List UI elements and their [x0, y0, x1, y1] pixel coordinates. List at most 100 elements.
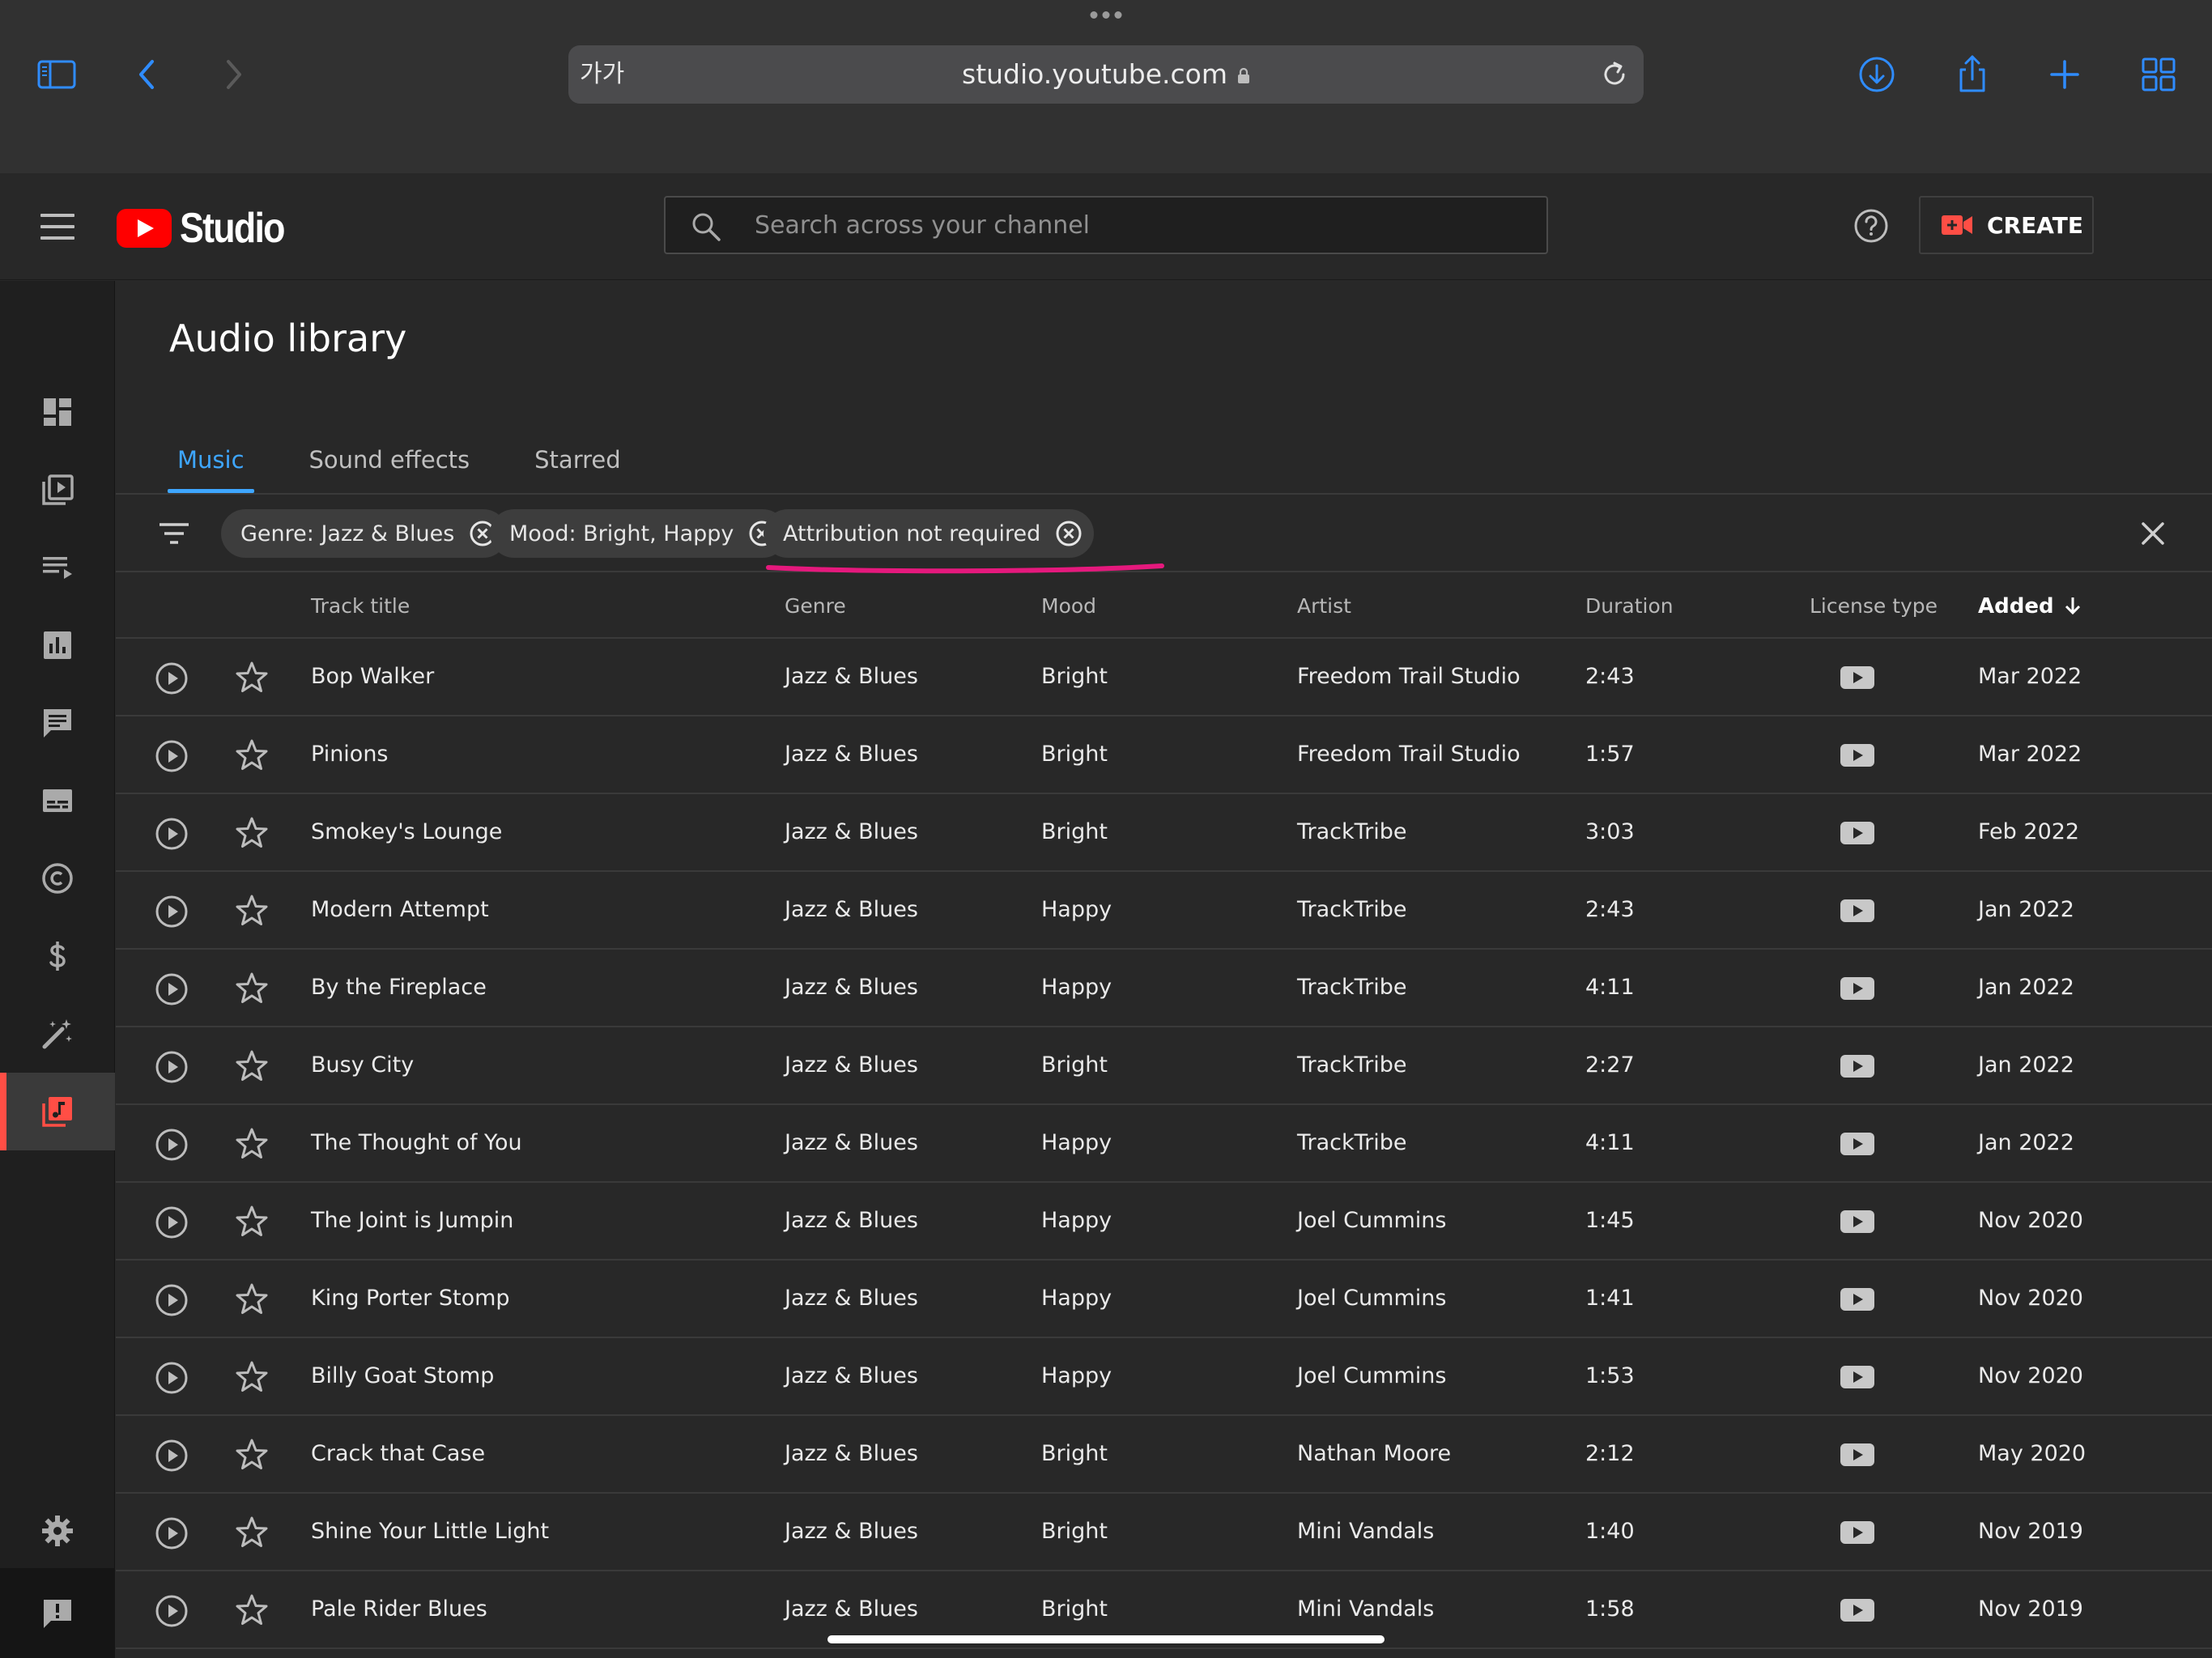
star-icon[interactable]: [234, 1204, 270, 1239]
track-title[interactable]: Smokey's Lounge: [311, 794, 502, 870]
track-title[interactable]: Pale Rider Blues: [311, 1571, 487, 1647]
star-icon[interactable]: [234, 1515, 270, 1550]
search-box[interactable]: [664, 196, 1548, 254]
play-circle-icon[interactable]: [155, 1205, 189, 1239]
play-circle-icon[interactable]: [155, 739, 189, 773]
create-button[interactable]: CREATE: [1919, 196, 2094, 254]
tab-starred[interactable]: Starred: [525, 423, 631, 493]
tab-overview-button[interactable]: [2129, 45, 2188, 104]
multitasking-dots[interactable]: [1090, 11, 1122, 19]
track-title[interactable]: Billy Goat Stomp: [311, 1338, 494, 1414]
downloads-button[interactable]: [1848, 45, 1906, 104]
play-circle-icon[interactable]: [155, 1516, 189, 1550]
play-circle-icon[interactable]: [155, 972, 189, 1006]
table-row[interactable]: Billy Goat Stomp Jazz & Blues Happy Joel…: [116, 1338, 2212, 1416]
track-title[interactable]: Shine Your Little Light: [311, 1494, 549, 1570]
close-circle-icon[interactable]: [1055, 520, 1083, 547]
menu-icon[interactable]: [40, 214, 74, 240]
play-circle-icon[interactable]: [155, 1594, 189, 1628]
star-icon[interactable]: [234, 738, 270, 773]
play-circle-icon[interactable]: [155, 1283, 189, 1317]
table-row[interactable]: Crack that Case Jazz & Blues Bright Nath…: [116, 1416, 2212, 1494]
search-input[interactable]: [755, 198, 1483, 253]
reload-icon[interactable]: [1598, 58, 1631, 91]
sidebar-toggle-button[interactable]: [28, 45, 86, 104]
nav-feedback[interactable]: [0, 1575, 115, 1652]
play-circle-icon[interactable]: [155, 661, 189, 695]
studio-logo[interactable]: Studio: [117, 204, 301, 253]
nav-settings[interactable]: [0, 1492, 115, 1570]
star-icon[interactable]: [234, 815, 270, 851]
table-row[interactable]: The Thought of You Jazz & Blues Happy Tr…: [116, 1105, 2212, 1183]
tab-music[interactable]: Music: [168, 423, 254, 493]
table-row[interactable]: Pinions Jazz & Blues Bright Freedom Trai…: [116, 716, 2212, 794]
close-icon[interactable]: [2137, 517, 2169, 550]
track-title[interactable]: Pinions: [311, 716, 389, 793]
table-row[interactable]: Modern Attempt Jazz & Blues Happy TrackT…: [116, 872, 2212, 950]
nav-content[interactable]: [0, 451, 115, 529]
play-circle-icon[interactable]: [155, 1439, 189, 1473]
nav-subtitles[interactable]: [0, 762, 115, 840]
nav-dashboard[interactable]: [0, 373, 115, 451]
magic-wand-icon: [42, 1019, 72, 1049]
star-icon[interactable]: [234, 1048, 270, 1084]
youtube-license-icon: [1840, 1366, 1874, 1388]
track-genre: Jazz & Blues: [785, 975, 918, 1000]
nav-copyright[interactable]: [0, 840, 115, 917]
filter-icon[interactable]: [156, 516, 192, 551]
track-genre: Jazz & Blues: [785, 1208, 918, 1233]
share-button[interactable]: [1943, 45, 2001, 104]
forward-button[interactable]: [204, 45, 262, 104]
column-added-label: Added: [1978, 594, 2054, 619]
studio-header: Studio CREATE: [0, 173, 2212, 280]
track-title[interactable]: Bop Walker: [311, 639, 434, 715]
filter-chip-genre[interactable]: Genre: Jazz & Blues: [221, 509, 508, 558]
youtube-license-icon: [1840, 666, 1874, 689]
track-title[interactable]: Crack that Case: [311, 1416, 485, 1492]
star-icon[interactable]: [234, 1282, 270, 1317]
nav-playlists[interactable]: [0, 529, 115, 606]
tab-sound-effects[interactable]: Sound effects: [300, 423, 480, 493]
star-icon[interactable]: [234, 971, 270, 1006]
play-circle-icon[interactable]: [155, 817, 189, 851]
table-row[interactable]: Smokey's Lounge Jazz & Blues Bright Trac…: [116, 794, 2212, 872]
track-genre: Jazz & Blues: [785, 664, 918, 689]
track-title[interactable]: The Thought of You: [311, 1105, 522, 1181]
track-title[interactable]: Modern Attempt: [311, 872, 489, 948]
table-row[interactable]: Busy City Jazz & Blues Bright TrackTribe…: [116, 1027, 2212, 1105]
back-button[interactable]: [118, 45, 177, 104]
nav-audio-library[interactable]: [0, 1073, 115, 1150]
play-circle-icon[interactable]: [155, 1050, 189, 1084]
star-icon[interactable]: [234, 1592, 270, 1628]
table-row[interactable]: King Porter Stomp Jazz & Blues Happy Joe…: [116, 1261, 2212, 1338]
star-icon[interactable]: [234, 1359, 270, 1395]
table-row[interactable]: By the Fireplace Jazz & Blues Happy Trac…: [116, 950, 2212, 1027]
column-added[interactable]: Added: [1978, 574, 2083, 639]
track-title[interactable]: King Porter Stomp: [311, 1261, 510, 1337]
filter-chip-attribution[interactable]: Attribution not required: [764, 509, 1095, 558]
table-row[interactable]: The Joint is Jumpin Jazz & Blues Happy J…: [116, 1183, 2212, 1261]
table-row[interactable]: Bop Walker Jazz & Blues Bright Freedom T…: [116, 639, 2212, 716]
nav-customization[interactable]: [0, 995, 115, 1073]
track-artist: TrackTribe: [1297, 819, 1407, 844]
nav-comments[interactable]: [0, 684, 115, 762]
track-title[interactable]: By the Fireplace: [311, 950, 487, 1026]
filter-chip-mood[interactable]: Mood: Bright, Happy: [490, 509, 788, 558]
track-title[interactable]: The Joint is Jumpin: [311, 1183, 513, 1259]
address-bar[interactable]: 가가 studio.youtube.com: [568, 45, 1644, 104]
star-icon[interactable]: [234, 660, 270, 695]
star-icon[interactable]: [234, 893, 270, 929]
help-icon[interactable]: [1853, 207, 1890, 244]
play-circle-icon[interactable]: [155, 1361, 189, 1395]
track-duration: 2:43: [1585, 664, 1635, 689]
new-tab-button[interactable]: [2035, 45, 2094, 104]
nav-earn[interactable]: [0, 917, 115, 995]
nav-analytics[interactable]: [0, 606, 115, 684]
play-circle-icon[interactable]: [155, 1128, 189, 1162]
play-circle-icon[interactable]: [155, 895, 189, 929]
track-genre: Jazz & Blues: [785, 1130, 918, 1155]
table-row[interactable]: Shine Your Little Light Jazz & Blues Bri…: [116, 1494, 2212, 1571]
star-icon[interactable]: [234, 1126, 270, 1162]
track-title[interactable]: Busy City: [311, 1027, 414, 1103]
star-icon[interactable]: [234, 1437, 270, 1473]
